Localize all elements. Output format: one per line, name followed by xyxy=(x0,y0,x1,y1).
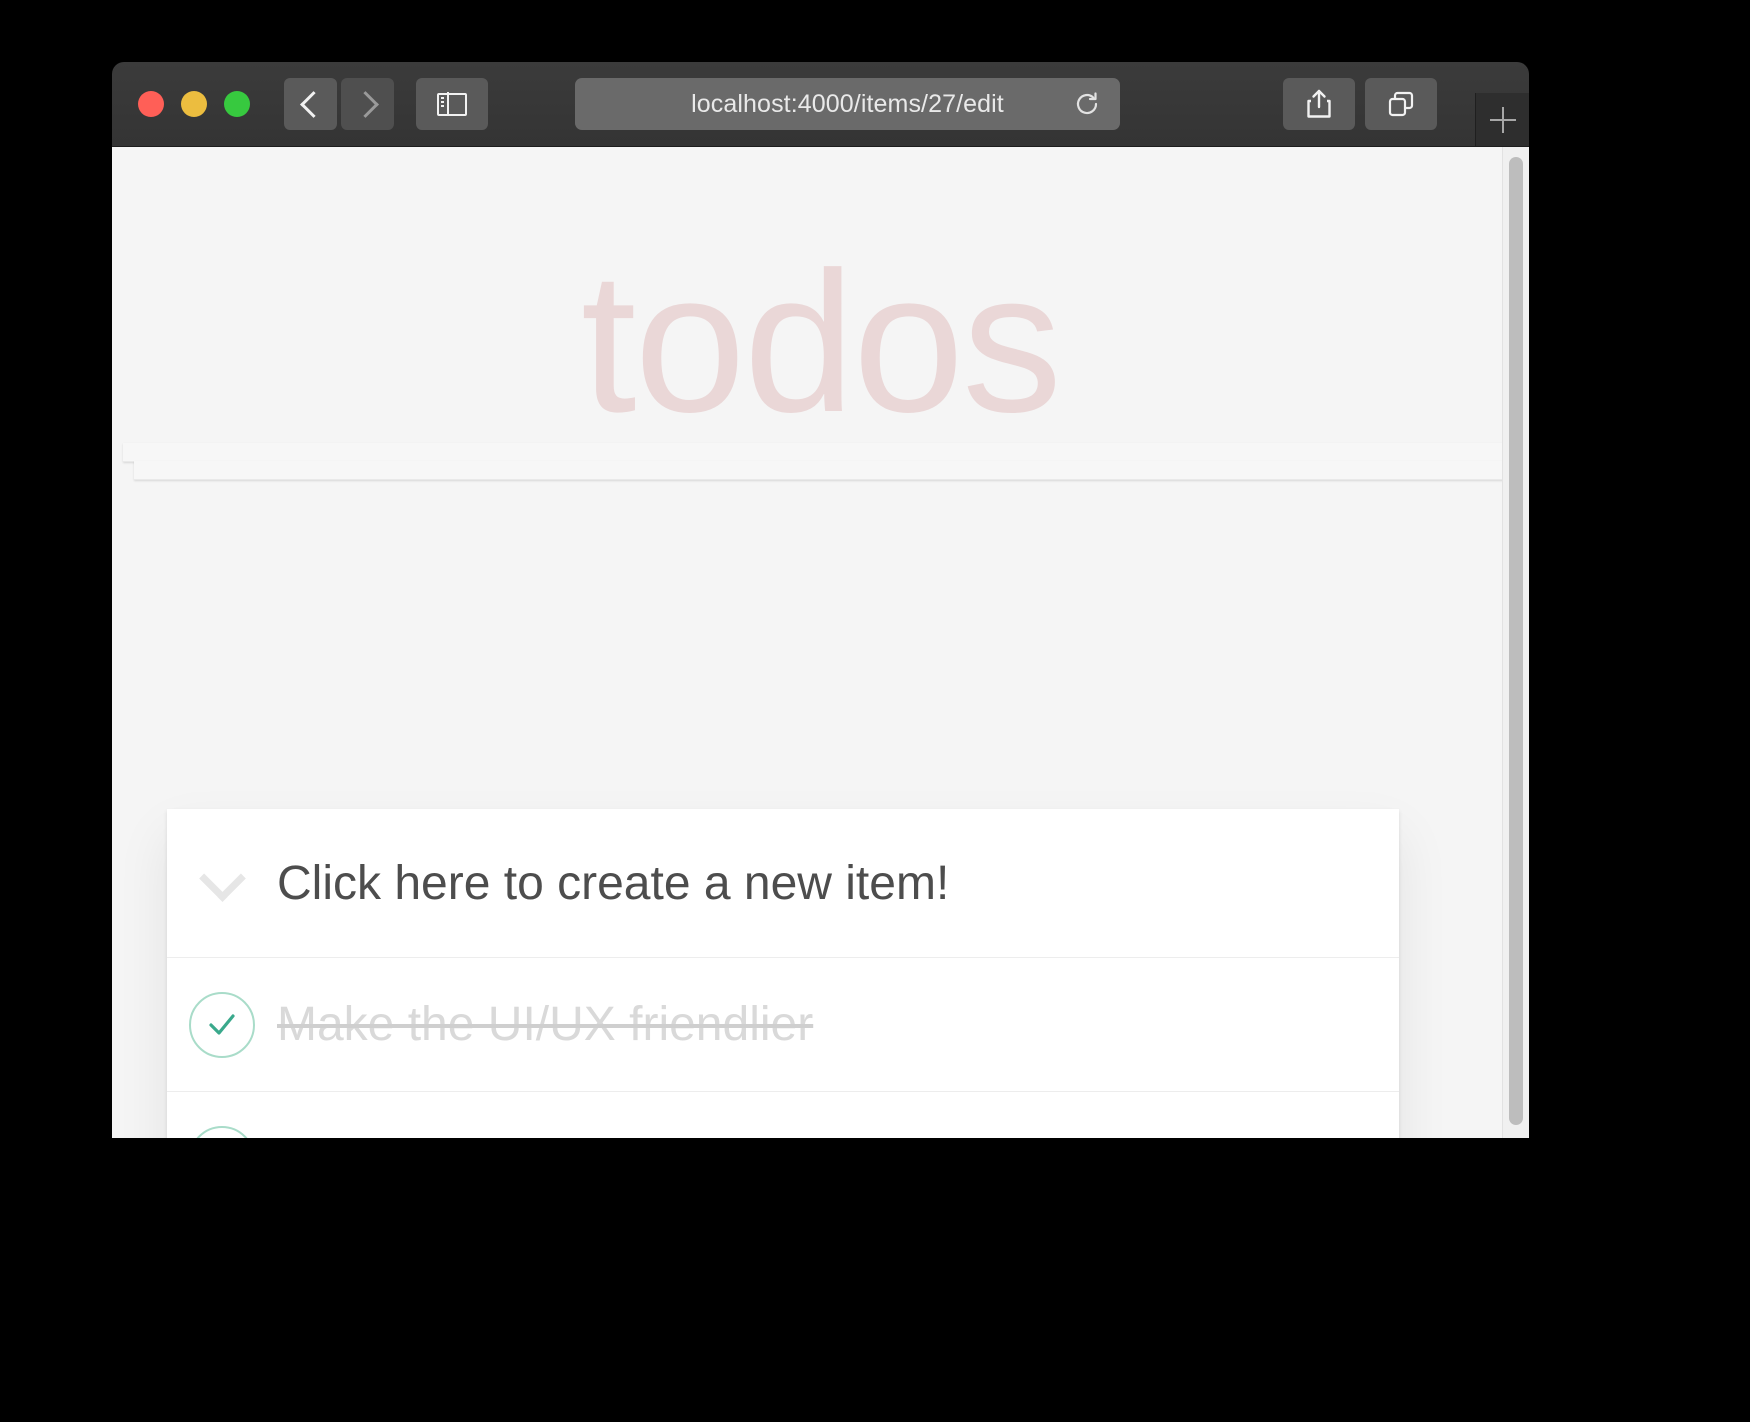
toggle-all-button[interactable] xyxy=(167,854,277,902)
todo-toggle-0[interactable] xyxy=(167,991,277,1058)
zoom-button[interactable] xyxy=(224,91,250,117)
page-viewport: todos Click here to create a new item! M… xyxy=(112,147,1529,1138)
screen: localhost:4000/items/27/edit todos Click… xyxy=(0,0,1750,1422)
todo-toggle-1[interactable] xyxy=(167,1125,277,1138)
sidebar-icon xyxy=(437,92,467,116)
sidebar-toggle-button[interactable] xyxy=(416,78,488,130)
navigation-buttons xyxy=(284,78,394,130)
checkmark-icon xyxy=(189,991,255,1058)
tabs-icon xyxy=(1387,90,1415,118)
browser-titlebar: localhost:4000/items/27/edit xyxy=(112,62,1529,147)
chevron-right-icon xyxy=(351,90,379,118)
checkmark-icon xyxy=(189,1125,255,1138)
page-title: todos xyxy=(580,231,1062,454)
tab-overview-button[interactable] xyxy=(1365,78,1437,130)
todo-label[interactable]: Make the UI/UX friendlier xyxy=(277,997,813,1052)
minimize-button[interactable] xyxy=(181,91,207,117)
new-tab-button[interactable] xyxy=(1475,93,1529,146)
plus-icon xyxy=(1489,106,1516,133)
todo-card: Click here to create a new item! Make th… xyxy=(167,809,1399,1138)
forward-button[interactable] xyxy=(341,78,394,130)
address-bar[interactable]: localhost:4000/items/27/edit xyxy=(575,78,1120,130)
toolbar-right xyxy=(1283,78,1437,130)
new-todo-prompt: Click here to create a new item! xyxy=(277,856,950,910)
card-stack-layer-2 xyxy=(134,461,1507,480)
close-button[interactable] xyxy=(138,91,164,117)
new-todo-row[interactable]: Click here to create a new item! xyxy=(167,809,1399,958)
back-button[interactable] xyxy=(284,78,337,130)
browser-window: localhost:4000/items/27/edit todos Click… xyxy=(112,62,1529,1138)
todo-label[interactable]: Learn Elixir xyxy=(277,1131,517,1138)
share-icon xyxy=(1306,89,1332,119)
table-row[interactable]: Learn Elixir xyxy=(167,1092,1399,1138)
url-text: localhost:4000/items/27/edit xyxy=(691,89,1004,118)
chevron-left-icon xyxy=(299,90,327,118)
reload-icon xyxy=(1076,92,1098,115)
scrollbar-thumb[interactable] xyxy=(1509,157,1523,1125)
page-scrollbar[interactable] xyxy=(1502,147,1529,1138)
card-stack-layer-1 xyxy=(123,443,1518,462)
window-controls xyxy=(138,91,250,117)
share-button[interactable] xyxy=(1283,78,1355,130)
reload-button[interactable] xyxy=(1074,91,1100,117)
chevron-down-icon xyxy=(198,854,246,902)
table-row[interactable]: Make the UI/UX friendlier xyxy=(167,958,1399,1092)
